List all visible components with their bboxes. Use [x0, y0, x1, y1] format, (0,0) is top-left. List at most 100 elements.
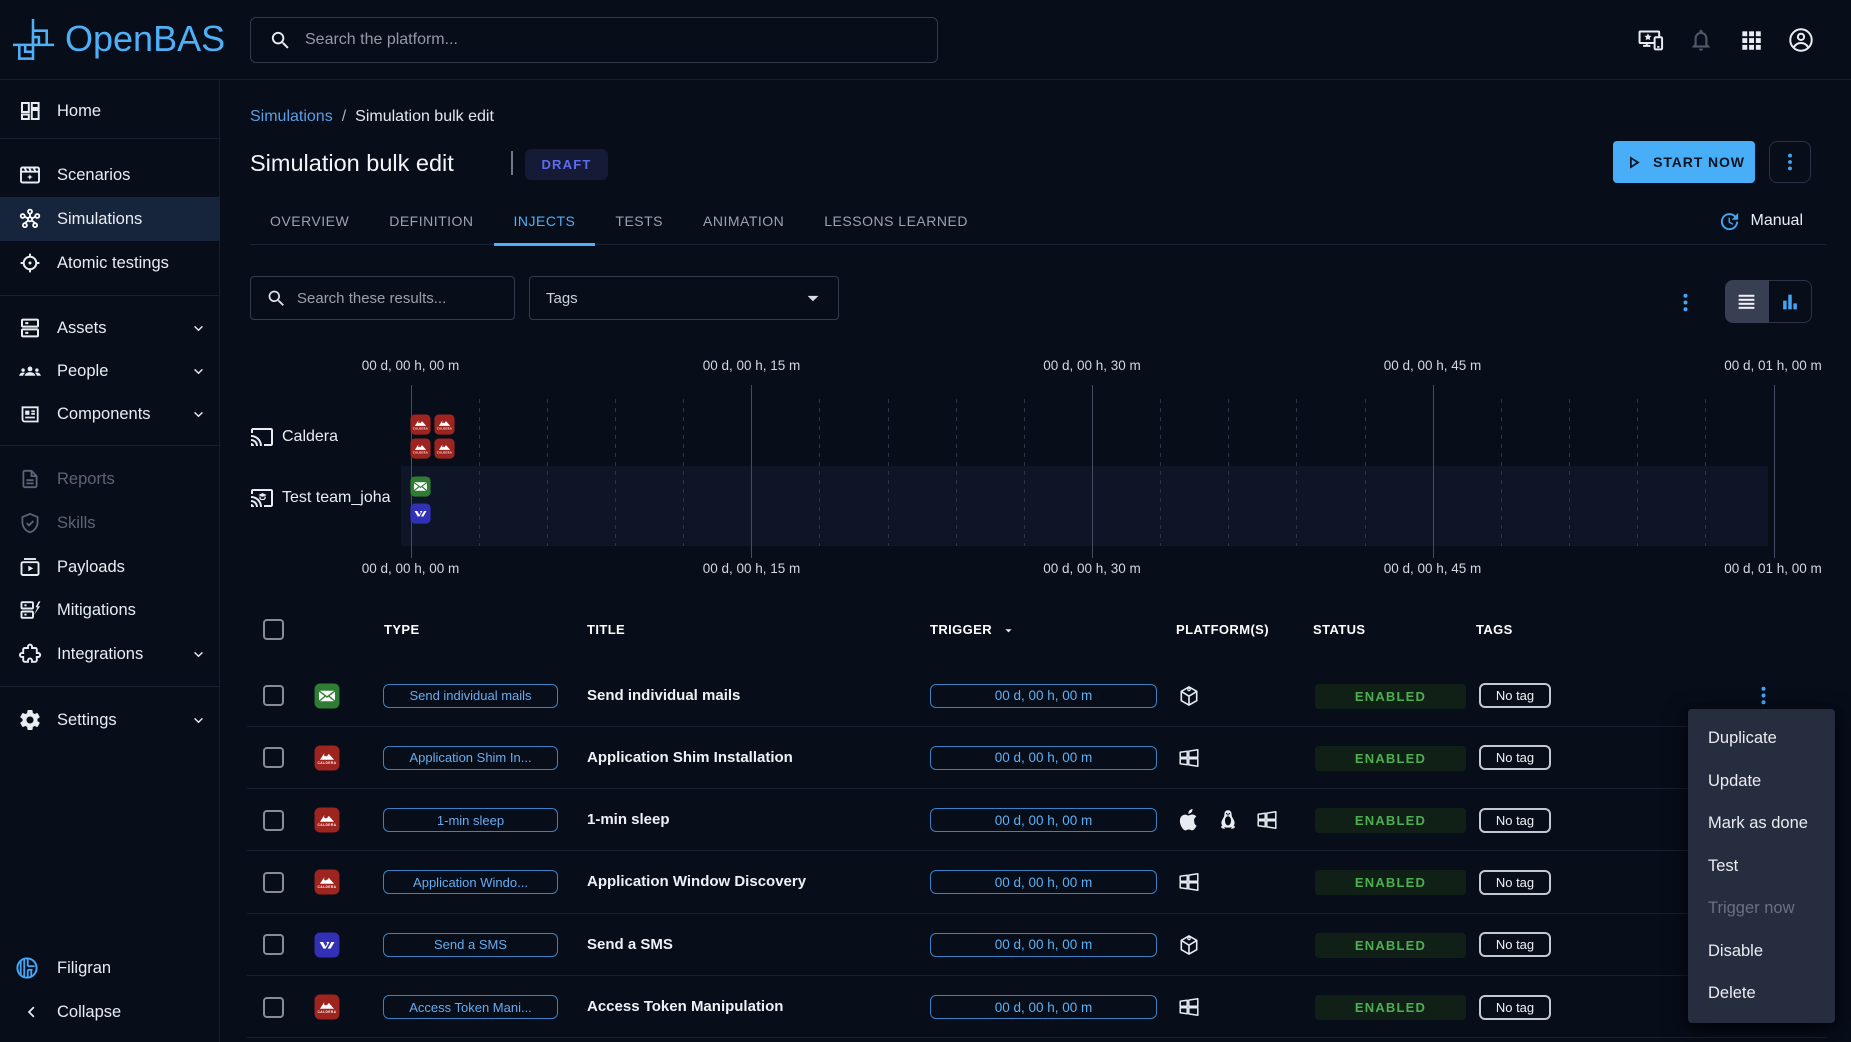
timeline-tick-bottom: 00 d, 00 h, 15 m — [682, 561, 822, 576]
inject-title[interactable]: Application Window Discovery — [587, 851, 806, 913]
select-all-checkbox[interactable] — [263, 619, 284, 640]
row-checkbox[interactable] — [263, 747, 284, 768]
chart-view-button[interactable] — [1769, 280, 1813, 323]
table-row[interactable]: Send individual mails Send individual ma… — [247, 665, 1827, 727]
platforms-cell — [1177, 746, 1201, 770]
sidebar-collapse[interactable]: Collapse — [0, 990, 220, 1034]
sidebar-item-mitigations[interactable]: Mitigations — [0, 588, 220, 632]
tabs-bar: OVERVIEW DEFINITION INJECTS TESTS ANIMAT… — [250, 197, 1827, 245]
inject-type-chip: Application Windo... — [383, 870, 558, 894]
menu-item-disable[interactable]: Disable — [1688, 930, 1835, 973]
sidebar-item-scenarios[interactable]: Scenarios — [0, 153, 220, 197]
timeline-inject-email[interactable] — [410, 476, 431, 497]
inject-title[interactable]: Send individual mails — [587, 665, 740, 727]
inject-type-chip: 1-min sleep — [383, 808, 558, 832]
account-button[interactable] — [1787, 26, 1815, 54]
column-header-type: TYPE — [384, 612, 420, 648]
main-content: Simulations / Simulation bulk edit Simul… — [221, 80, 1851, 1042]
sidebar-item-skills[interactable]: Skills — [0, 501, 220, 545]
sort-arrow-icon[interactable] — [1001, 623, 1016, 638]
internal-platform-icon — [1177, 933, 1201, 957]
status-badge: ENABLED — [1315, 808, 1466, 833]
row-menu-button[interactable] — [1751, 684, 1775, 708]
row-checkbox[interactable] — [263, 872, 284, 893]
timeline-tick-bottom: 00 d, 00 h, 30 m — [1022, 561, 1162, 576]
list-view-icon — [1736, 291, 1757, 312]
tab-definition[interactable]: DEFINITION — [369, 197, 493, 245]
tab-tests[interactable]: TESTS — [595, 197, 683, 245]
update-mode[interactable]: Manual — [1718, 197, 1803, 245]
breadcrumb-separator: / — [342, 108, 346, 126]
tab-injects[interactable]: INJECTS — [494, 197, 596, 245]
menu-item-duplicate[interactable]: Duplicate — [1688, 717, 1835, 760]
table-row[interactable]: Send a SMS Send a SMS 00 d, 00 h, 00 m E… — [247, 914, 1827, 976]
sidebar-item-reports[interactable]: Reports — [0, 457, 220, 501]
sidebar-item-atomic-testings[interactable]: Atomic testings — [0, 241, 220, 285]
important-devices-button[interactable] — [1637, 26, 1665, 54]
start-now-button[interactable]: START NOW — [1613, 141, 1755, 183]
timeline-tick-top: 00 d, 00 h, 00 m — [341, 358, 481, 373]
windows-platform-icon — [1177, 870, 1201, 894]
menu-item-test[interactable]: Test — [1688, 845, 1835, 888]
sidebar-item-label: Settings — [57, 711, 117, 730]
results-search-input[interactable] — [297, 290, 497, 307]
inject-title[interactable]: Send a SMS — [587, 914, 673, 976]
table-row[interactable]: 1-min sleep 1-min sleep 00 d, 00 h, 00 m… — [247, 789, 1827, 851]
menu-item-mark-as-done[interactable]: Mark as done — [1688, 802, 1835, 845]
sidebar-footer-brand[interactable]: Filigran — [0, 946, 220, 990]
sidebar-item-components[interactable]: Components — [0, 392, 220, 436]
timeline-inject-caldera[interactable] — [410, 438, 431, 459]
timeline-options-button[interactable] — [1673, 288, 1697, 316]
row-checkbox[interactable] — [263, 997, 284, 1018]
apps-button[interactable] — [1737, 26, 1765, 54]
tag-chip: No tag — [1479, 683, 1551, 708]
tab-lessons-learned[interactable]: LESSONS LEARNED — [804, 197, 988, 245]
sidebar-item-label: Components — [57, 405, 151, 424]
openbas-logo[interactable]: OpenBAS — [10, 15, 225, 63]
row-checkbox[interactable] — [263, 810, 284, 831]
platform-search[interactable] — [250, 17, 938, 63]
menu-item-update[interactable]: Update — [1688, 760, 1835, 803]
sidebar-divider — [0, 295, 220, 296]
trigger-chip: 00 d, 00 h, 00 m — [930, 746, 1157, 770]
column-header-trigger[interactable]: TRIGGER — [930, 612, 992, 648]
breadcrumb-simulations-link[interactable]: Simulations — [250, 108, 333, 126]
platforms-cell — [1177, 870, 1201, 894]
sidebar-item-integrations[interactable]: Integrations — [0, 632, 220, 676]
sms-icon — [314, 932, 340, 958]
timeline-tick-bottom: 00 d, 00 h, 00 m — [341, 561, 481, 576]
row-checkbox[interactable] — [263, 685, 284, 706]
play-icon — [1623, 152, 1644, 173]
table-row[interactable]: Access Token Mani... Access Token Manipu… — [247, 976, 1827, 1038]
results-search[interactable] — [250, 276, 515, 320]
list-view-button[interactable] — [1725, 280, 1769, 323]
tags-filter-select[interactable]: Tags — [529, 276, 839, 320]
notifications-button[interactable] — [1687, 26, 1715, 54]
sidebar-item-people[interactable]: People — [0, 349, 220, 393]
table-row[interactable]: Application Shim In... Application Shim … — [247, 727, 1827, 789]
tab-overview[interactable]: OVERVIEW — [250, 197, 369, 245]
table-row[interactable]: Application Windo... Application Window … — [247, 851, 1827, 913]
menu-item-delete[interactable]: Delete — [1688, 972, 1835, 1015]
bar-chart-icon — [1779, 291, 1801, 313]
inject-title[interactable]: 1-min sleep — [587, 789, 670, 851]
sidebar-item-payloads[interactable]: Payloads — [0, 545, 220, 589]
timeline-inject-caldera[interactable] — [434, 438, 455, 459]
row-checkbox[interactable] — [263, 934, 284, 955]
internal-platform-icon — [1177, 684, 1201, 708]
sidebar-item-simulations[interactable]: Simulations — [0, 197, 220, 241]
timeline-inject-sms[interactable] — [410, 503, 431, 524]
sidebar-item-home[interactable]: Home — [0, 89, 220, 133]
trigger-chip: 00 d, 00 h, 00 m — [930, 995, 1157, 1019]
trigger-chip: 00 d, 00 h, 00 m — [930, 870, 1157, 894]
platform-search-input[interactable] — [305, 31, 905, 49]
sidebar-item-assets[interactable]: Assets — [0, 306, 220, 350]
inject-title[interactable]: Application Shim Installation — [587, 727, 793, 789]
timeline-inject-caldera[interactable] — [410, 414, 431, 435]
sidebar-item-settings[interactable]: Settings — [0, 698, 220, 742]
chevron-down-icon — [190, 363, 207, 380]
simulation-menu-button[interactable] — [1769, 141, 1811, 183]
inject-title[interactable]: Access Token Manipulation — [587, 976, 783, 1038]
timeline-inject-caldera[interactable] — [434, 414, 455, 435]
tab-animation[interactable]: ANIMATION — [683, 197, 804, 245]
